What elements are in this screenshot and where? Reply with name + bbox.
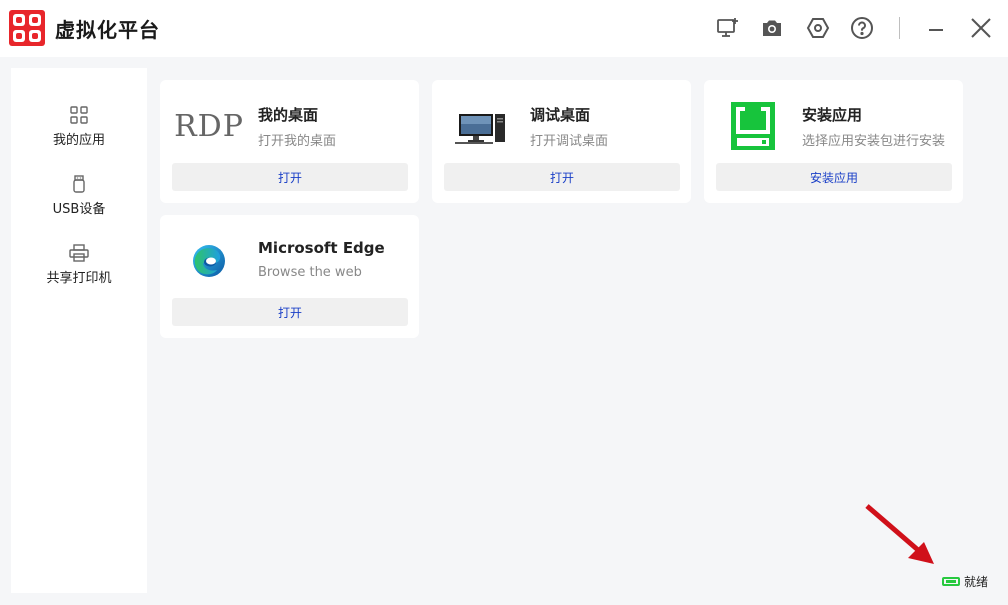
printer-icon bbox=[69, 243, 89, 263]
open-button[interactable]: 打开 bbox=[172, 163, 408, 191]
add-desktop-icon[interactable] bbox=[714, 14, 742, 42]
edge-icon bbox=[176, 233, 242, 289]
usb-icon bbox=[69, 174, 89, 194]
app-description: 打开我的桌面 bbox=[258, 134, 337, 149]
app-card-my-desktop: RDP 我的桌面 打开我的桌面 打开 bbox=[160, 80, 419, 203]
sidebar-item-label: 共享打印机 bbox=[46, 271, 112, 286]
app-description: Browse the web bbox=[258, 265, 362, 280]
app-card-debug-desktop: 调试桌面 打开调试桌面 打开 bbox=[432, 80, 691, 203]
close-icon[interactable] bbox=[967, 14, 995, 42]
status-indicator: 就绪 bbox=[942, 573, 988, 590]
red-arrow-icon bbox=[865, 504, 934, 564]
app-card-microsoft-edge: Microsoft Edge Browse the web 打开 bbox=[160, 215, 419, 338]
status-text: 就绪 bbox=[964, 575, 989, 589]
sidebar-item-usb-devices[interactable]: USB设备 bbox=[11, 174, 147, 230]
status-ready-icon bbox=[942, 577, 960, 586]
open-button[interactable]: 打开 bbox=[172, 298, 408, 326]
grid-icon bbox=[69, 105, 89, 125]
app-name: 调试桌面 bbox=[530, 106, 591, 124]
rdp-icon: RDP bbox=[174, 98, 244, 154]
install-app-button[interactable]: 安装应用 bbox=[716, 163, 952, 191]
help-icon[interactable] bbox=[848, 14, 876, 42]
rdp-icon-text: RDP bbox=[174, 108, 244, 144]
app-description: 选择应用安装包进行安装 bbox=[802, 134, 946, 149]
title-bar: 虚拟化平台 bbox=[0, 0, 1008, 57]
app-title: 虚拟化平台 bbox=[55, 18, 160, 42]
app-description: 打开调试桌面 bbox=[530, 134, 609, 149]
sidebar-item-shared-printer[interactable]: 共享打印机 bbox=[11, 243, 147, 299]
sidebar: 我的应用 USB设备 共享打印机 bbox=[11, 68, 147, 593]
camera-icon[interactable] bbox=[758, 14, 786, 42]
title-bar-separator bbox=[899, 17, 900, 39]
open-button[interactable]: 打开 bbox=[444, 163, 680, 191]
sidebar-item-label: USB设备 bbox=[52, 202, 106, 217]
app-name: 我的桌面 bbox=[258, 106, 319, 124]
minimize-icon[interactable] bbox=[922, 14, 950, 42]
sidebar-item-my-apps[interactable]: 我的应用 bbox=[11, 105, 147, 161]
app-logo-icon bbox=[9, 10, 45, 46]
sidebar-item-label: 我的应用 bbox=[52, 133, 105, 148]
install-icon bbox=[720, 98, 786, 154]
app-card-install-app: 安装应用 选择应用安装包进行安装 安装应用 bbox=[704, 80, 963, 203]
settings-icon[interactable] bbox=[804, 14, 832, 42]
computer-icon bbox=[448, 98, 514, 154]
app-name: 安装应用 bbox=[802, 106, 863, 124]
app-name: Microsoft Edge bbox=[258, 239, 385, 257]
